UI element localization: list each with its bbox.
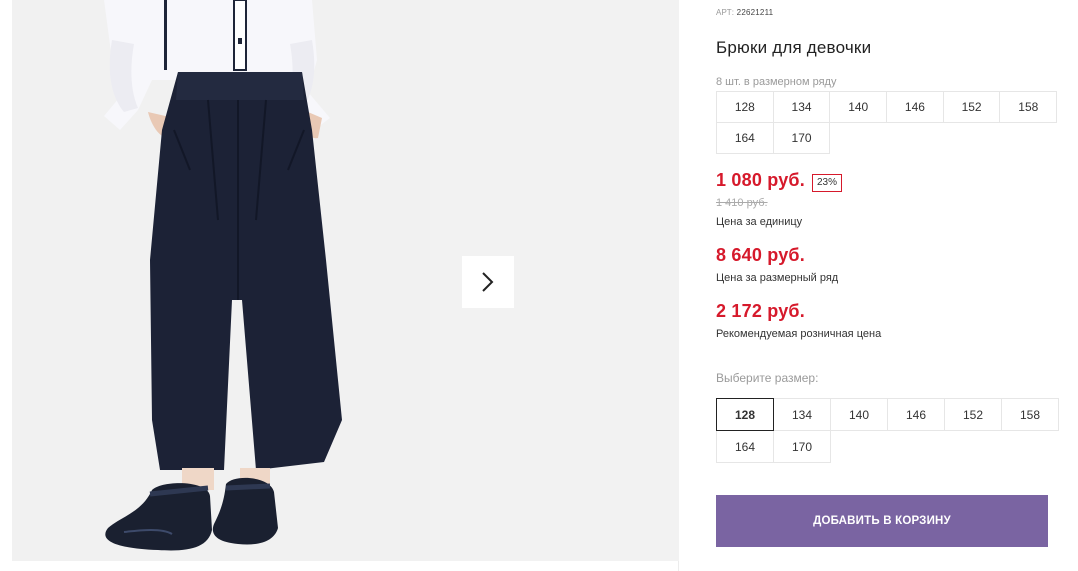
pack-size-cell: 158 (999, 91, 1058, 123)
choose-size-label: Выберите размер: (716, 371, 819, 385)
pack-sizes-grid: 128 134 140 146 152 158 164 170 (716, 91, 1058, 154)
pack-size-cell: 164 (716, 122, 774, 154)
size-option[interactable]: 152 (944, 398, 1002, 431)
size-selector: 128 134 140 146 152 158 164 170 (716, 398, 1059, 463)
article-number: АРТ: 22621211 (716, 8, 773, 17)
pack-size-cell: 146 (886, 91, 944, 123)
size-option[interactable]: 134 (773, 398, 831, 431)
pack-price-label: Цена за размерный ряд (716, 272, 839, 284)
size-option[interactable]: 170 (773, 430, 831, 463)
pack-size-cell: 140 (829, 91, 888, 123)
size-option[interactable]: 146 (887, 398, 945, 431)
product-photo[interactable] (12, 0, 430, 561)
pack-note: 8 шт. в размерном ряду (716, 76, 837, 88)
add-to-cart-button[interactable]: ДОБАВИТЬ В КОРЗИНУ (716, 495, 1048, 547)
old-price: 1 410 руб. (716, 197, 768, 209)
pack-size-cell: 128 (716, 91, 774, 123)
pack-size-cell: 152 (942, 91, 1001, 123)
unit-price: 1 080 руб. (716, 170, 805, 190)
retail-price: 2 172 руб. (716, 301, 805, 321)
size-option[interactable]: 140 (830, 398, 888, 431)
pack-size-cell: 170 (772, 122, 831, 154)
size-option[interactable]: 158 (1001, 398, 1059, 431)
article-label: АРТ: (716, 8, 735, 17)
pack-price: 8 640 руб. (716, 245, 805, 265)
chevron-right-icon (482, 272, 494, 292)
product-gallery (0, 0, 679, 571)
size-option[interactable]: 164 (716, 430, 774, 463)
pack-size-cell: 134 (772, 91, 831, 123)
product-title: Брюки для девочки (716, 38, 872, 57)
article-value: 22621211 (736, 8, 774, 17)
size-option-selected[interactable]: 128 (716, 398, 774, 431)
product-photo-illustration (12, 0, 430, 561)
retail-price-label: Рекомендуемая розничная цена (716, 328, 882, 340)
unit-price-label: Цена за единицу (716, 216, 803, 228)
gallery-next-button[interactable] (462, 256, 514, 308)
discount-badge: 23% (812, 174, 843, 192)
